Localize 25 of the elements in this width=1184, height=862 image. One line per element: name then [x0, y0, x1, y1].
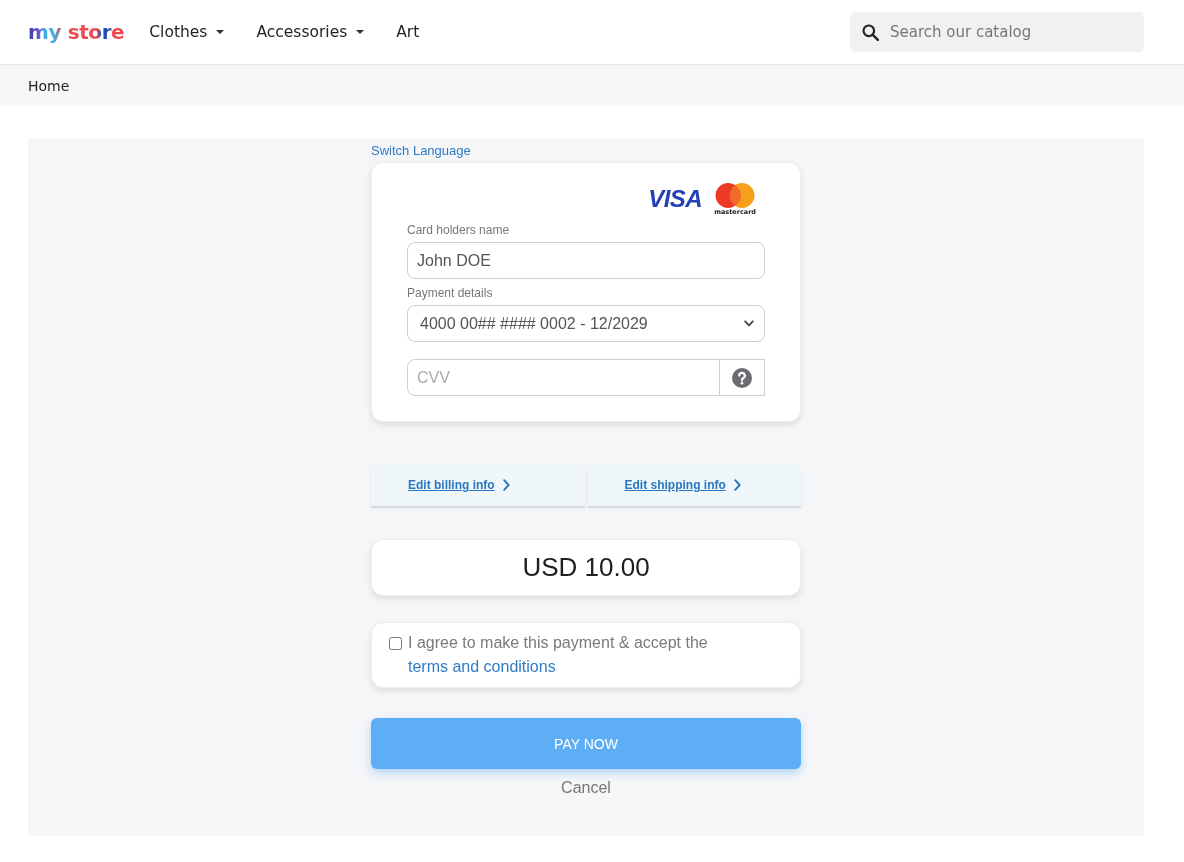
- field-label: Card holders name: [407, 223, 511, 237]
- search-icon: [862, 23, 879, 41]
- visa-logo: VISA: [648, 186, 703, 212]
- edit-link[interactable]: Edit shipping info: [624, 478, 741, 492]
- field-label: Payment details: [407, 286, 494, 300]
- amount-text: USD 10.00: [522, 552, 650, 583]
- payment-select[interactable]: 4000 00## #### 0002 - 12/2029: [407, 305, 765, 342]
- chevron-right-icon: [502, 479, 510, 491]
- terms-link[interactable]: terms and conditions: [408, 658, 556, 675]
- chevron-right-icon: [733, 479, 741, 491]
- name-field[interactable]: John DOE: [407, 242, 765, 279]
- breadcrumb-link[interactable]: Home: [28, 77, 70, 94]
- nav-link[interactable]: Clothes: [149, 21, 225, 43]
- pay-button[interactable]: PAY NOW: [371, 718, 801, 769]
- cvv-field[interactable]: CVV: [407, 359, 720, 396]
- terms-checkbox[interactable]: [389, 637, 402, 650]
- help-icon: [732, 367, 752, 388]
- edit-link[interactable]: Edit billing info: [408, 478, 510, 492]
- chevron-down-icon: [744, 320, 754, 327]
- cancel-link[interactable]: Cancel: [561, 777, 611, 799]
- help-button[interactable]: [719, 359, 765, 396]
- nav-link[interactable]: Art: [396, 21, 420, 43]
- nav-link[interactable]: Accessories: [256, 21, 365, 43]
- terms-text: I agree to make this payment & accept the terms and conditions: [408, 633, 709, 677]
- switch-language-link[interactable]: Switch Language: [371, 143, 471, 158]
